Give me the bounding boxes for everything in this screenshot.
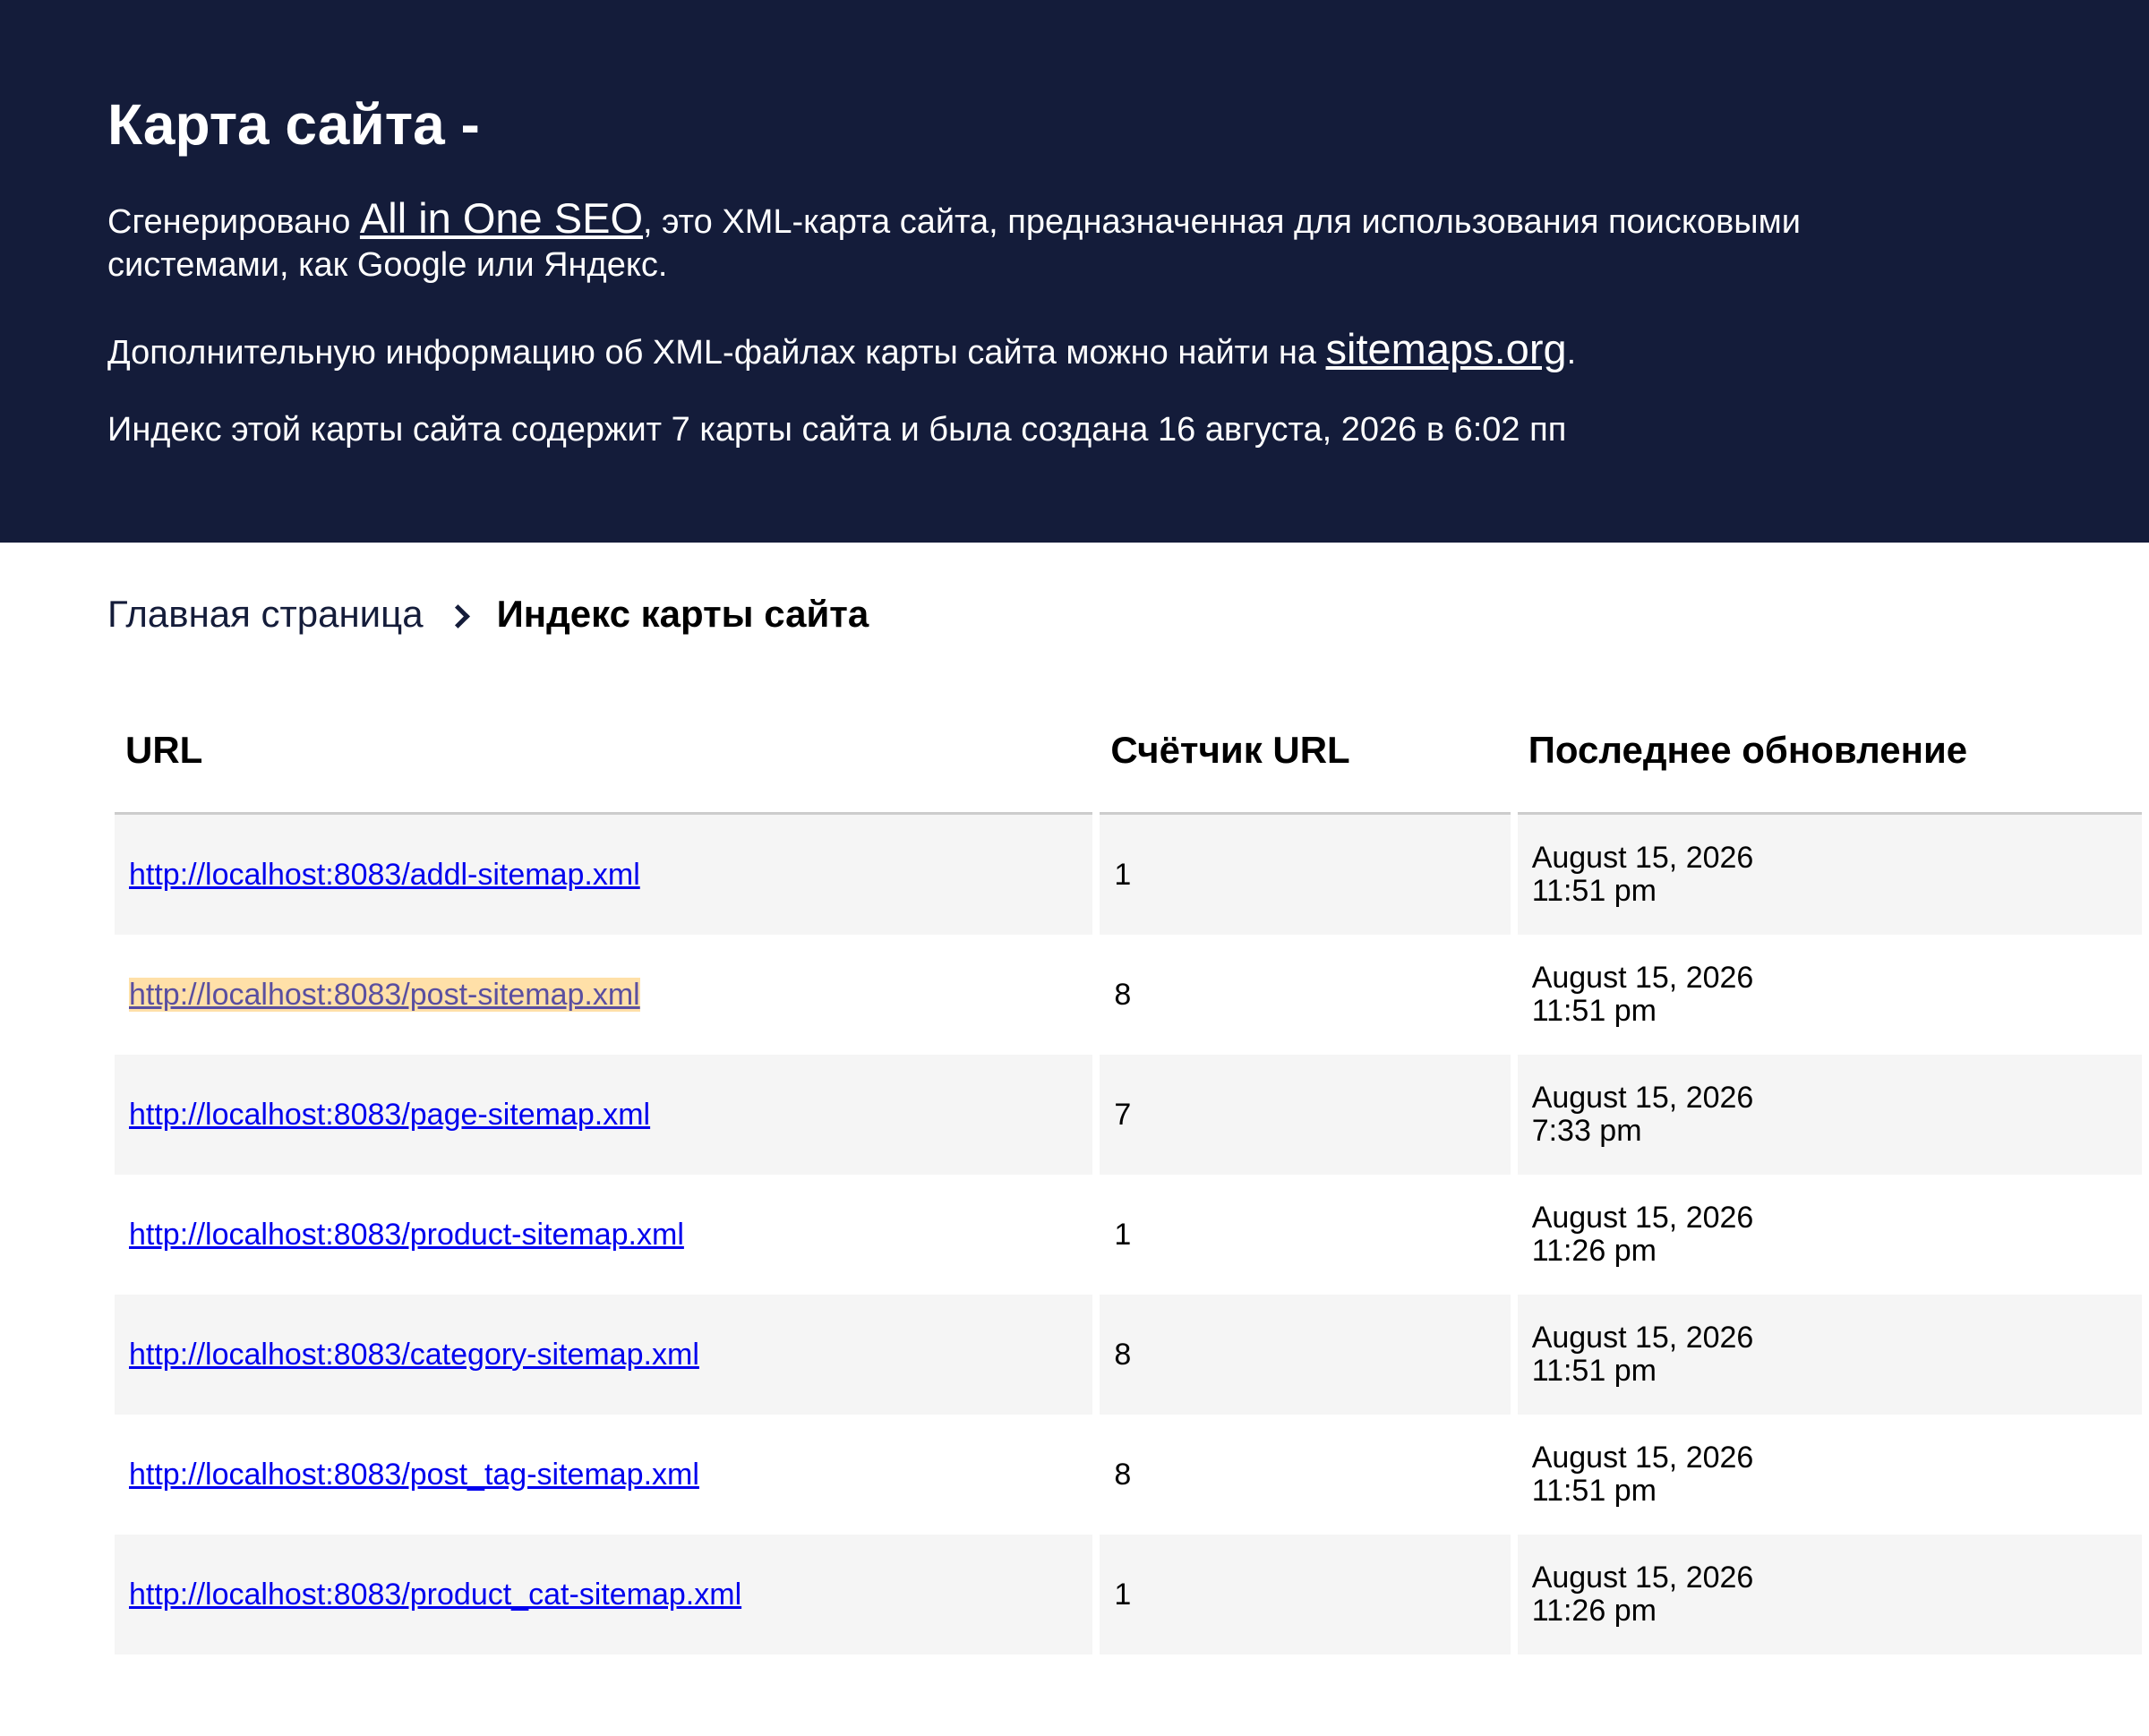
site-header: Карта сайта - Сгенерировано All in One S… (0, 0, 2149, 543)
updated-date: August 15, 2026 (1531, 1441, 1754, 1475)
count-cell: 8 (1100, 1415, 1511, 1535)
updated-time: 11:51 pm (1531, 874, 1657, 908)
sitemap-link[interactable]: http://localhost:8083/page-sitemap.xml (129, 1098, 650, 1132)
table-row: http://localhost:8083/page-sitemap.xml 7… (115, 1055, 2142, 1175)
column-header-updated[interactable]: Последнее обновление (1517, 688, 2142, 815)
updated-cell: August 15, 2026 11:51 pm (1517, 1415, 2142, 1535)
index-info-text: Индекс этой карты сайта содержит 7 карты… (107, 411, 1567, 449)
updated-date: August 15, 2026 (1531, 1561, 1754, 1595)
count-cell: 1 (1100, 1535, 1511, 1655)
url-cell: http://localhost:8083/addl-sitemap.xml (115, 815, 1093, 935)
updated-date: August 15, 2026 (1531, 841, 1754, 875)
updated-cell: August 15, 2026 11:51 pm (1517, 1295, 2142, 1415)
count-cell: 8 (1100, 935, 1511, 1055)
more-suffix: . (1566, 334, 1577, 372)
generated-prefix: Сгенерировано (107, 203, 360, 241)
count-cell: 8 (1100, 1295, 1511, 1415)
table-row: http://localhost:8083/product-sitemap.xm… (115, 1175, 2142, 1295)
updated-time: 11:51 pm (1531, 994, 1657, 1028)
updated-date: August 15, 2026 (1531, 961, 1754, 995)
count-cell: 1 (1100, 1175, 1511, 1295)
table-row: http://localhost:8083/addl-sitemap.xml 1… (115, 815, 2142, 935)
updated-time: 11:26 pm (1531, 1234, 1657, 1268)
breadcrumb: Главная страница Индекс карты сайта (107, 589, 869, 639)
updated-cell: August 15, 2026 11:51 pm (1517, 935, 2142, 1055)
sitemap-link[interactable]: http://localhost:8083/category-sitemap.x… (129, 1338, 699, 1372)
sitemap-link[interactable]: http://localhost:8083/post-sitemap.xml (129, 977, 640, 1012)
sitemaps-org-link[interactable]: sitemaps.org (1326, 325, 1567, 372)
column-header-count[interactable]: Счётчик URL (1100, 688, 1511, 815)
breadcrumb-current: Индекс карты сайта (496, 593, 869, 635)
count-cell: 7 (1100, 1055, 1511, 1175)
sitemap-link[interactable]: http://localhost:8083/addl-sitemap.xml (129, 858, 640, 892)
url-cell: http://localhost:8083/product-sitemap.xm… (115, 1175, 1093, 1295)
updated-date: August 15, 2026 (1531, 1201, 1754, 1235)
updated-cell: August 15, 2026 11:26 pm (1517, 1175, 2142, 1295)
updated-cell: August 15, 2026 7:33 pm (1517, 1055, 2142, 1175)
column-header-url[interactable]: URL (115, 688, 1093, 815)
url-cell: http://localhost:8083/post-sitemap.xml (115, 935, 1093, 1055)
updated-time: 11:51 pm (1531, 1354, 1657, 1388)
table-header-row: URL Счётчик URL Последнее обновление (115, 688, 2142, 815)
sitemap-link[interactable]: http://localhost:8083/post_tag-sitemap.x… (129, 1458, 699, 1492)
updated-time: 11:26 pm (1531, 1594, 1657, 1628)
table-row: http://localhost:8083/post-sitemap.xml 8… (115, 935, 2142, 1055)
url-cell: http://localhost:8083/product_cat-sitema… (115, 1535, 1093, 1655)
updated-cell: August 15, 2026 11:26 pm (1517, 1535, 2142, 1655)
updated-time: 7:33 pm (1531, 1114, 1642, 1148)
url-cell: http://localhost:8083/page-sitemap.xml (115, 1055, 1093, 1175)
sitemap-link[interactable]: http://localhost:8083/product-sitemap.xm… (129, 1218, 684, 1252)
sitemap-table: URL Счётчик URL Последнее обновление htt… (107, 688, 2149, 1655)
more-info-text: Дополнительную информацию об XML-файлах … (107, 328, 1898, 374)
table-row: http://localhost:8083/category-sitemap.x… (115, 1295, 2142, 1415)
updated-time: 11:51 pm (1531, 1474, 1657, 1508)
page-title: Карта сайта - (107, 92, 480, 157)
breadcrumb-home-link[interactable]: Главная страница (107, 593, 424, 636)
updated-date: August 15, 2026 (1531, 1081, 1754, 1115)
generated-by-text: Сгенерировано All in One SEO, это XML-ка… (107, 197, 1898, 286)
chevron-right-icon (445, 600, 474, 629)
updated-cell: August 15, 2026 11:51 pm (1517, 815, 2142, 935)
url-cell: http://localhost:8083/category-sitemap.x… (115, 1295, 1093, 1415)
aioseo-link[interactable]: All in One SEO (360, 194, 643, 242)
count-cell: 1 (1100, 815, 1511, 935)
table-row: http://localhost:8083/post_tag-sitemap.x… (115, 1415, 2142, 1535)
url-cell: http://localhost:8083/post_tag-sitemap.x… (115, 1415, 1093, 1535)
updated-date: August 15, 2026 (1531, 1321, 1754, 1355)
table-row: http://localhost:8083/product_cat-sitema… (115, 1535, 2142, 1655)
sitemap-link[interactable]: http://localhost:8083/product_cat-sitema… (129, 1578, 741, 1612)
more-prefix: Дополнительную информацию об XML-файлах … (107, 334, 1326, 372)
